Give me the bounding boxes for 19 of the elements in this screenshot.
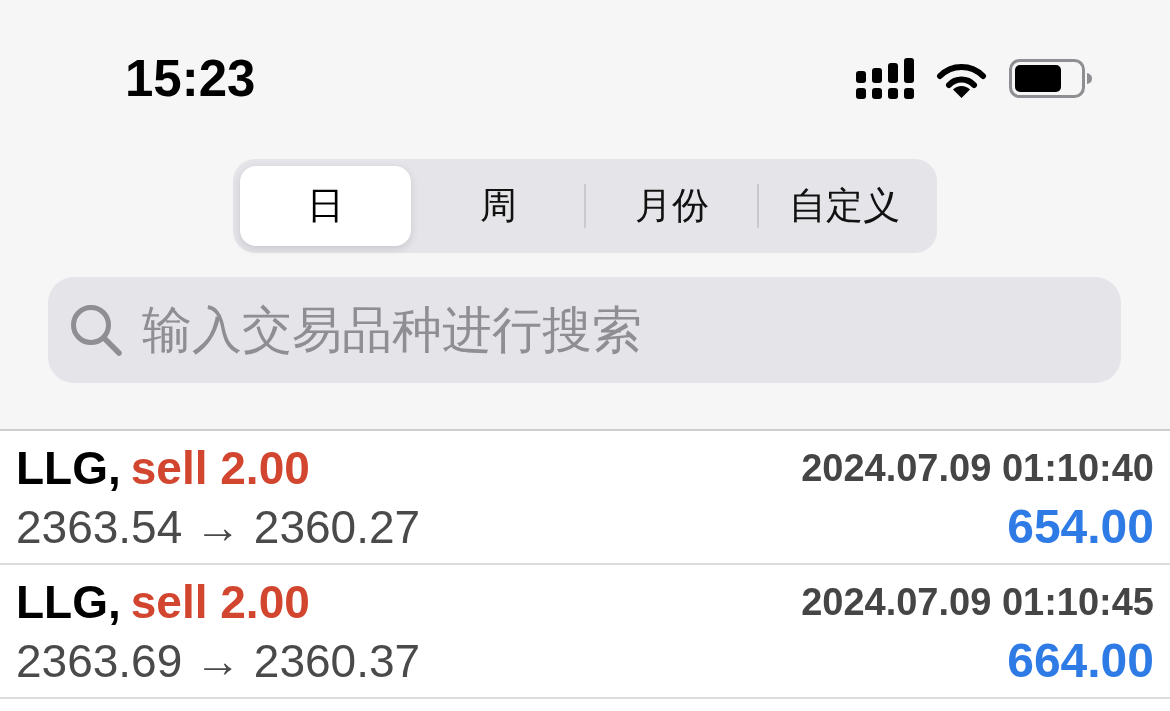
trade-symbol: LLG, [16, 445, 121, 491]
order-side: sell 2.00 [130, 445, 310, 491]
trade-profit: 654.00 [1007, 503, 1154, 551]
status-time: 15:23 [125, 52, 256, 104]
period-tab[interactable]: 自定义 [759, 166, 930, 246]
period-tab[interactable]: 月份 [586, 166, 757, 246]
period-tab[interactable]: 周 [413, 166, 584, 246]
trade-time: 2024.07.09 01:10:45 [801, 583, 1154, 621]
period-tab[interactable]: 日 [240, 166, 411, 246]
signal-icon [856, 57, 914, 99]
search-icon [70, 304, 122, 356]
trade-symbol: LLG, [16, 579, 121, 625]
trade-profit: 664.00 [1007, 637, 1154, 685]
order-side: sell 2.00 [130, 579, 310, 625]
price-change: 2363.69 → 2360.37 [16, 638, 421, 684]
search-field[interactable]: 输入交易品种进行搜索 [48, 277, 1121, 383]
trade-time: 2024.07.09 01:10:40 [801, 449, 1154, 487]
battery-icon [1009, 58, 1092, 98]
price-change: 2363.54 → 2360.27 [16, 504, 421, 550]
